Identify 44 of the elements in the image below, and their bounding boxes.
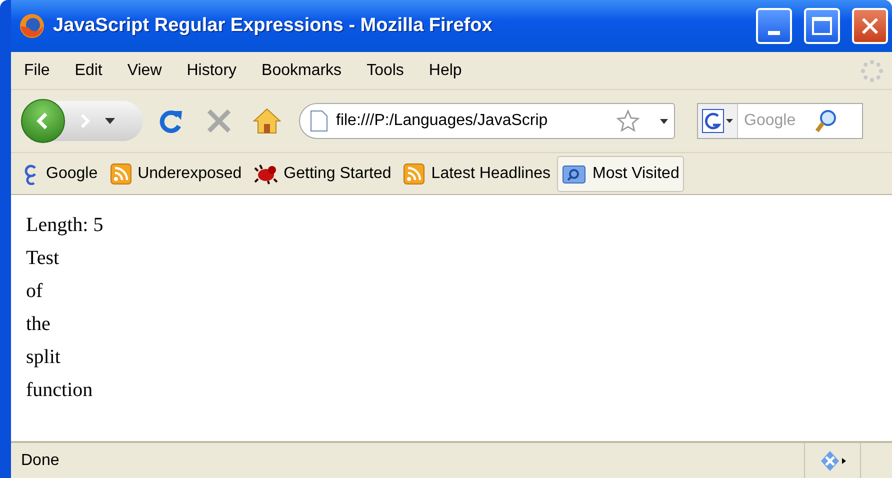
status-text: Done (21, 452, 60, 470)
bug-icon (254, 162, 278, 184)
menu-item[interactable]: File (21, 62, 62, 80)
page-text-line: Length: 5 (26, 213, 104, 238)
page-text-line: of (26, 279, 44, 304)
menu-item[interactable]: Help (426, 62, 474, 80)
search-icon[interactable] (814, 108, 838, 134)
menu-item[interactable]: Tools (364, 62, 416, 80)
url-text: file:///P:/Languages/JavaScrip (336, 112, 549, 130)
bookmark-item[interactable]: Most Visited (557, 156, 684, 192)
stop-icon (206, 108, 232, 134)
star-icon[interactable] (616, 109, 640, 133)
menu-item[interactable]: Edit (72, 62, 114, 80)
search-engine-button[interactable] (698, 104, 738, 138)
menu-item[interactable]: View (124, 62, 174, 80)
bookmark-item[interactable]: Underexposed (104, 156, 247, 192)
dropdown-caret-icon[interactable] (105, 118, 115, 124)
page-icon (310, 110, 328, 132)
page-text-line: the (26, 312, 52, 337)
menu-item[interactable]: History (184, 62, 249, 80)
minimize-button[interactable] (756, 8, 792, 44)
dropdown-caret-icon (726, 119, 733, 123)
close-icon (860, 16, 880, 36)
page-text-line: Test (26, 246, 60, 271)
chevron-right-icon (78, 113, 92, 129)
page-text-line: function (26, 378, 94, 403)
feed-icon (403, 162, 426, 184)
firefox-logo-icon (19, 13, 45, 39)
feed-icon (110, 162, 132, 184)
menu-item[interactable]: Bookmarks (258, 62, 354, 80)
add-on-status-icon[interactable] (818, 450, 846, 472)
window-title: JavaScript Regular Expressions - Mozilla Firefox (53, 15, 494, 37)
back-button[interactable] (21, 99, 65, 143)
throbber-icon (860, 58, 884, 82)
page-text-line: split (26, 345, 62, 370)
dropdown-caret-icon[interactable] (660, 118, 668, 124)
home-icon (252, 107, 282, 135)
bookmark-item[interactable]: Google (17, 156, 103, 192)
bookmark-item[interactable]: Getting Started (248, 156, 396, 192)
search-field[interactable]: Google (697, 103, 863, 139)
close-button[interactable] (852, 8, 888, 44)
address-bar[interactable]: file:///P:/Languages/JavaScrip (299, 103, 675, 139)
bookmark-item[interactable]: Latest Headlines (398, 156, 556, 192)
maximize-button[interactable] (804, 8, 840, 44)
